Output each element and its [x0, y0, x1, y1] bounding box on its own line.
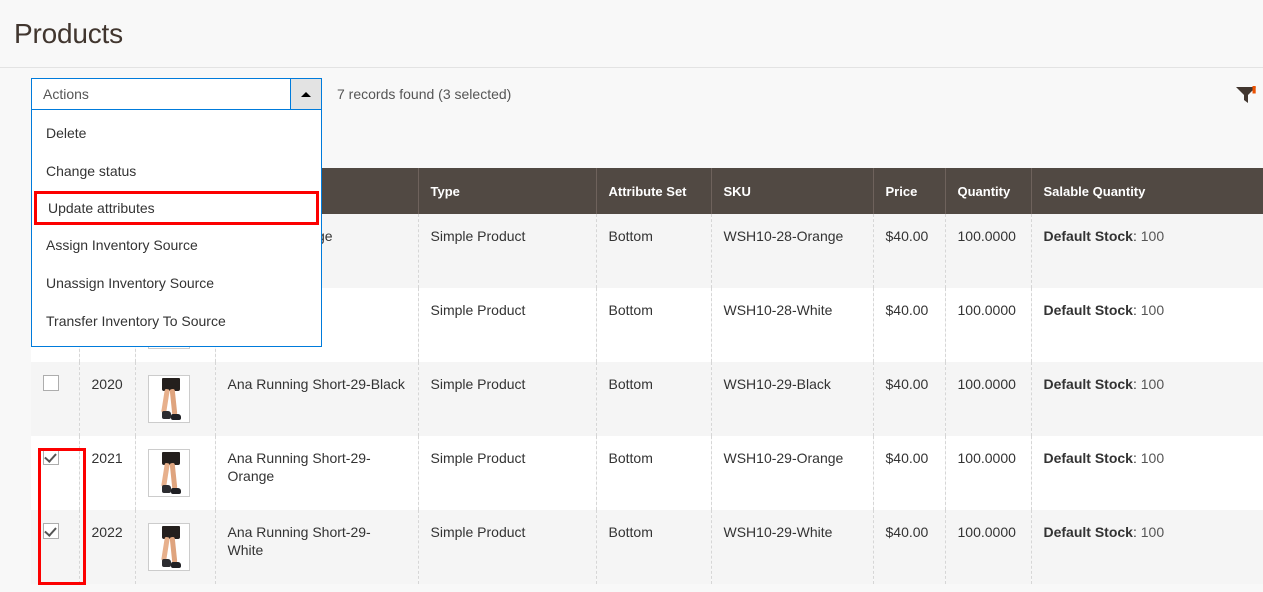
cell-quantity: 100.0000 [944, 362, 1031, 436]
page-title: Products [14, 18, 123, 49]
cell-sku: WSH10-29-Orange [710, 436, 873, 510]
salable-source-value: 100 [1140, 302, 1165, 318]
cell-product-name: Ana Running Short-29-Orange [214, 436, 418, 510]
cell-attribute-set: Bottom [595, 214, 711, 288]
mass-actions-menu: Delete Change status Update attributes Assi… [31, 110, 322, 347]
cell-sku: WSH10-29-Black [710, 362, 873, 436]
row-checkbox-icon[interactable] [43, 375, 59, 391]
salable-source-label: Default Stock [1043, 302, 1133, 318]
cell-product-name: Ana Running Short-29-Black [214, 362, 418, 436]
cell-salable-quantity: Default Stock: 100 [1030, 362, 1263, 436]
salable-source-value: 100 [1140, 376, 1165, 392]
cell-price: $40.00 [872, 510, 945, 584]
row-checkbox-checked-icon[interactable] [43, 449, 59, 465]
products-grid-page: Products Actions 7 records found (3 sele… [0, 0, 1263, 592]
mass-action-item-change-status[interactable]: Change status [32, 152, 321, 190]
column-header-quantity[interactable]: Quantity [944, 168, 1031, 214]
column-header-sku[interactable]: SKU [710, 168, 873, 214]
table-row[interactable]: 2022 Ana Running Short-29-White Simple Pro… [31, 510, 1263, 584]
cell-price: $40.00 [872, 214, 945, 288]
filters-button[interactable] [1233, 80, 1263, 108]
product-thumbnail-image [147, 523, 190, 571]
caret-up-icon [301, 91, 311, 97]
cell-thumbnail [134, 362, 215, 436]
mass-action-item-update-attributes[interactable]: Update attributes [34, 191, 319, 225]
row-select-cell[interactable] [31, 362, 79, 436]
cell-id: 2021 [78, 436, 135, 510]
cell-salable-quantity: Default Stock: 100 [1030, 510, 1263, 584]
table-row[interactable]: 2021 Ana Running Short-29-Orange Simple Pr… [31, 436, 1263, 510]
cell-sku: WSH10-28-Orange [710, 214, 873, 288]
cell-attribute-set: Bottom [595, 288, 711, 362]
column-header-salable-quantity[interactable]: Salable Quantity [1030, 168, 1263, 214]
salable-source-label: Default Stock [1043, 228, 1133, 244]
cell-salable-quantity: Default Stock: 100 [1030, 214, 1263, 288]
mass-actions-select[interactable]: Actions [31, 78, 322, 110]
page-header: Products [0, 0, 1263, 68]
product-thumbnail-image [147, 449, 190, 497]
cell-id: 2022 [78, 510, 135, 584]
cell-price: $40.00 [872, 288, 945, 362]
column-header-attribute-set[interactable]: Attribute Set [595, 168, 711, 214]
salable-source-value: 100 [1140, 228, 1165, 244]
row-select-cell[interactable] [31, 436, 79, 510]
records-found-label: 7 records found (3 selected) [337, 86, 512, 102]
cell-quantity: 100.0000 [944, 288, 1031, 362]
cell-type: Simple Product [417, 510, 596, 584]
row-select-cell[interactable] [31, 510, 79, 584]
cell-sku: WSH10-28-White [710, 288, 873, 362]
cell-salable-quantity: Default Stock: 100 [1030, 288, 1263, 362]
cell-attribute-set: Bottom [595, 362, 711, 436]
cell-type: Simple Product [417, 214, 596, 288]
cell-thumbnail [134, 436, 215, 510]
salable-source-value: 100 [1140, 450, 1165, 466]
column-header-type[interactable]: Type [417, 168, 596, 214]
salable-source-label: Default Stock [1043, 524, 1133, 540]
cell-product-name: Ana Running Short-29-White [214, 510, 418, 584]
cell-sku: WSH10-29-White [710, 510, 873, 584]
mass-action-item-unassign-inventory-source[interactable]: Unassign Inventory Source [32, 264, 321, 302]
salable-source-label: Default Stock [1043, 376, 1133, 392]
cell-attribute-set: Bottom [595, 510, 711, 584]
table-row[interactable]: 2020 Ana Running Short-29-Black Simple Pro… [31, 362, 1263, 436]
cell-quantity: 100.0000 [944, 510, 1031, 584]
product-thumbnail-image [147, 375, 190, 423]
cell-quantity: 100.0000 [944, 214, 1031, 288]
mass-action-item-assign-inventory-source[interactable]: Assign Inventory Source [32, 226, 321, 264]
row-checkbox-checked-icon[interactable] [43, 523, 59, 539]
mass-action-item-transfer-inventory-to-source[interactable]: Transfer Inventory To Source [32, 302, 321, 340]
cell-price: $40.00 [872, 436, 945, 510]
cell-type: Simple Product [417, 436, 596, 510]
cell-thumbnail [134, 510, 215, 584]
mass-action-item-delete[interactable]: Delete [32, 114, 321, 152]
salable-source-label: Default Stock [1043, 450, 1133, 466]
cell-id: 2020 [78, 362, 135, 436]
cell-quantity: 100.0000 [944, 436, 1031, 510]
cell-attribute-set: Bottom [595, 436, 711, 510]
mass-actions-selected-label: Actions [43, 86, 89, 102]
salable-source-value: 100 [1140, 524, 1165, 540]
cell-price: $40.00 [872, 362, 945, 436]
cell-type: Simple Product [417, 362, 596, 436]
column-header-price[interactable]: Price [872, 168, 945, 214]
funnel-filter-icon [1236, 86, 1256, 103]
cell-type: Simple Product [417, 288, 596, 362]
mass-actions-toggle-button[interactable] [290, 79, 321, 109]
cell-salable-quantity: Default Stock: 100 [1030, 436, 1263, 510]
